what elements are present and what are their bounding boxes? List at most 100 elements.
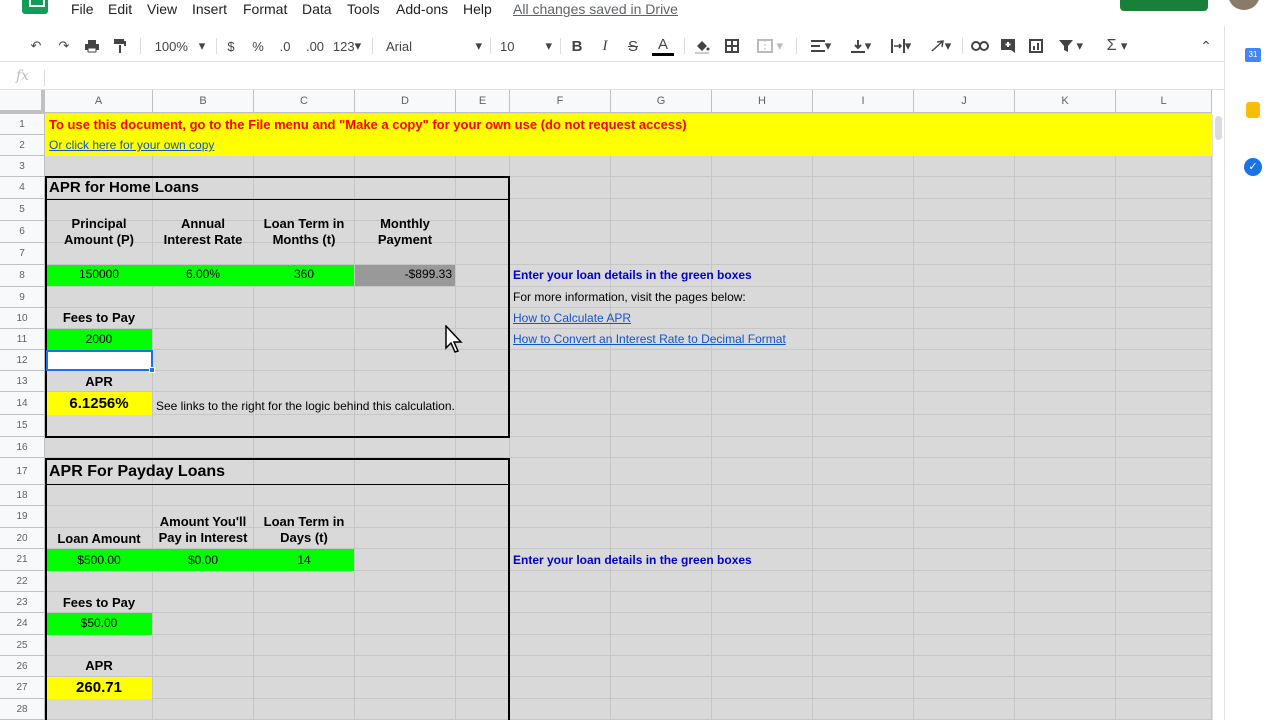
row-header-13[interactable]: 13 [0, 371, 45, 392]
row-header-14[interactable]: 14 [0, 392, 45, 415]
print-icon[interactable] [82, 36, 102, 56]
row-header-5[interactable]: 5 [0, 199, 45, 221]
menu-data[interactable]: Data [302, 1, 332, 17]
menu-format[interactable]: Format [243, 1, 287, 17]
text-color-button[interactable]: A [652, 36, 674, 56]
calculate-apr-link[interactable]: How to Calculate APR [513, 311, 631, 325]
zoom-select[interactable]: 100% ▾ [150, 36, 210, 56]
more-formats-button[interactable]: 123 ▾ [330, 36, 364, 56]
column-header-f[interactable]: F [510, 90, 611, 113]
row-header-28[interactable]: 28 [0, 699, 45, 720]
rate-input[interactable]: 6.00% [153, 267, 253, 281]
menu-addons[interactable]: Add-ons [396, 1, 448, 17]
selected-cell-a12[interactable] [46, 350, 153, 371]
menu-tools[interactable]: Tools [347, 1, 380, 17]
column-header-k[interactable]: K [1015, 90, 1116, 113]
row-header-27[interactable]: 27 [0, 677, 45, 699]
column-header-i[interactable]: I [813, 90, 914, 113]
menu-file[interactable]: File [71, 1, 94, 17]
row-header-4[interactable]: 4 [0, 177, 45, 199]
sheets-logo-icon[interactable] [22, 0, 48, 14]
column-header-b[interactable]: B [153, 90, 254, 113]
row-header-25[interactable]: 25 [0, 635, 45, 656]
monthly-payment-value[interactable]: -$899.33 [355, 267, 452, 281]
font-size-select[interactable]: 10 ▾ [500, 36, 552, 56]
row-header-17[interactable]: 17 [0, 458, 45, 485]
percent-format-button[interactable]: % [250, 36, 266, 56]
tasks-icon[interactable]: ✓ [1244, 158, 1262, 176]
row-header-22[interactable]: 22 [0, 571, 45, 592]
menu-view[interactable]: View [147, 1, 177, 17]
column-header-l[interactable]: L [1116, 90, 1212, 113]
menu-help[interactable]: Help [463, 1, 492, 17]
filter-icon[interactable]: ▾ [1054, 36, 1088, 56]
column-header-d[interactable]: D [355, 90, 456, 113]
row-header-19[interactable]: 19 [0, 506, 45, 528]
formula-input[interactable] [52, 67, 1212, 87]
row-header-23[interactable]: 23 [0, 592, 45, 613]
row-header-9[interactable]: 9 [0, 287, 45, 308]
undo-icon[interactable]: ↶ [26, 36, 46, 56]
row-header-8[interactable]: 8 [0, 265, 45, 287]
calendar-icon[interactable]: 31 [1245, 48, 1261, 62]
payday-fees-input[interactable]: $50.00 [46, 616, 152, 630]
menu-insert[interactable]: Insert [192, 1, 227, 17]
row-header-12[interactable]: 12 [0, 350, 45, 371]
keep-icon[interactable] [1246, 102, 1260, 118]
save-status-link[interactable]: All changes saved in Drive [513, 1, 678, 17]
merge-cells-icon[interactable]: ▾ [750, 36, 790, 56]
column-header-c[interactable]: C [254, 90, 355, 113]
scrollbar-thumb[interactable] [1215, 116, 1222, 140]
row-header-3[interactable]: 3 [0, 156, 45, 177]
vertical-align-icon[interactable]: ▾ [844, 36, 878, 56]
copy-link[interactable]: Or click here for your own copy [49, 138, 214, 152]
row-header-6[interactable]: 6 [0, 221, 45, 243]
column-header-a[interactable]: A [45, 90, 153, 113]
days-input[interactable]: 14 [254, 553, 354, 567]
redo-icon[interactable]: ↷ [54, 36, 74, 56]
menu-edit[interactable]: Edit [108, 1, 132, 17]
insert-chart-icon[interactable] [1026, 36, 1046, 56]
italic-button[interactable]: I [598, 36, 612, 56]
column-header-e[interactable]: E [456, 90, 510, 113]
column-header-j[interactable]: J [914, 90, 1015, 113]
font-select[interactable]: Arial ▾ [386, 36, 482, 56]
horizontal-align-icon[interactable]: ▾ [804, 36, 838, 56]
row-header-15[interactable]: 15 [0, 415, 45, 437]
bold-button[interactable]: B [570, 36, 584, 56]
decrease-decimal-button[interactable]: .0 [276, 36, 294, 56]
text-rotation-icon[interactable]: ▾ [924, 36, 958, 56]
interest-input[interactable]: $0.00 [153, 553, 253, 567]
text-wrapping-icon[interactable]: ▾ [884, 36, 918, 56]
row-header-18[interactable]: 18 [0, 485, 45, 506]
row-header-21[interactable]: 21 [0, 549, 45, 571]
row-header-2[interactable]: 2 [0, 135, 45, 156]
currency-format-button[interactable]: $ [224, 36, 238, 56]
vertical-scrollbar[interactable] [1212, 114, 1224, 720]
strikethrough-button[interactable]: S [626, 36, 640, 56]
share-button[interactable] [1120, 0, 1208, 11]
insert-comment-icon[interactable] [998, 36, 1018, 56]
row-header-20[interactable]: 20 [0, 528, 45, 549]
fill-color-icon[interactable] [692, 36, 712, 56]
avatar[interactable] [1228, 0, 1260, 10]
term-input[interactable]: 360 [254, 267, 354, 281]
convert-rate-link[interactable]: How to Convert an Interest Rate to Decim… [513, 332, 786, 346]
insert-link-icon[interactable] [970, 36, 990, 56]
loan-amount-input[interactable]: $500.00 [46, 553, 152, 567]
collapse-menu-icon[interactable]: ⌃ [1196, 36, 1216, 56]
row-header-24[interactable]: 24 [0, 613, 45, 635]
column-header-g[interactable]: G [611, 90, 712, 113]
select-all-corner[interactable] [0, 90, 45, 114]
increase-decimal-button[interactable]: .00 [304, 36, 326, 56]
functions-icon[interactable]: Σ ▾ [1100, 36, 1134, 56]
column-header-h[interactable]: H [712, 90, 813, 113]
row-header-26[interactable]: 26 [0, 656, 45, 677]
row-header-1[interactable]: 1 [0, 114, 45, 135]
row-header-16[interactable]: 16 [0, 437, 45, 458]
row-header-7[interactable]: 7 [0, 243, 45, 265]
paint-format-icon[interactable] [110, 36, 130, 56]
borders-icon[interactable] [722, 36, 742, 56]
fees-input[interactable]: 2000 [46, 332, 152, 346]
row-header-11[interactable]: 11 [0, 329, 45, 350]
